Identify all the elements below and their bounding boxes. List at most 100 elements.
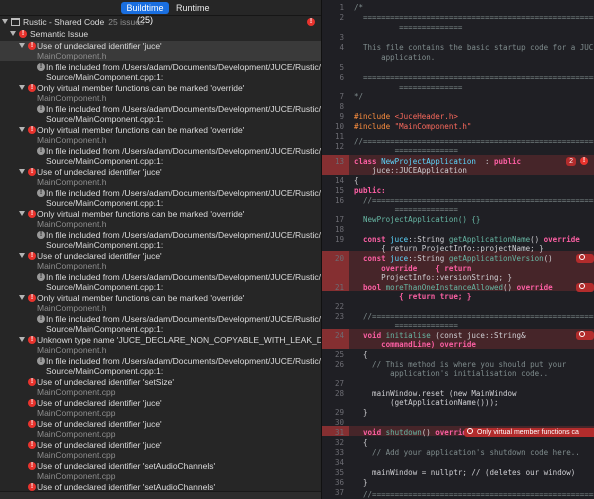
code-line: void shutdown() override [354, 428, 471, 438]
issue-file: MainComponent.h [37, 51, 107, 61]
line-number: 3 [339, 33, 344, 42]
disclosure-triangle-icon[interactable] [2, 19, 8, 24]
disclosure-triangle-icon[interactable] [19, 169, 25, 174]
code-line: ========================================… [363, 73, 594, 82]
disclosure-triangle-icon[interactable] [19, 85, 25, 90]
filter-bar [0, 491, 321, 499]
issue-message: Use of undeclared identifier 'setSize' [37, 377, 174, 387]
disclosure-triangle-icon[interactable] [19, 253, 25, 258]
issue-row[interactable]: Use of undeclared identifier 'juce'MainC… [0, 41, 321, 61]
issue-message: Unknown type name 'JUCE_DECLARE_NON_COPY… [37, 335, 321, 345]
code-line: application's initialisation code.. [354, 369, 549, 378]
issue-navigator: Buildtime (25) Runtime Rustic - Shared C… [0, 0, 321, 499]
disclosure-triangle-icon[interactable] [19, 127, 25, 132]
issue-row[interactable]: Unknown type name 'JUCE_DECLARE_NON_COPY… [0, 335, 321, 355]
code-token: () [530, 235, 544, 244]
issue-note-row[interactable]: In file included from /Users/adam/Docume… [0, 356, 321, 376]
code-line: //======================================… [363, 490, 594, 499]
line-number: 13 [334, 157, 344, 166]
code-line: /* [354, 3, 364, 12]
code-line: application. [354, 53, 436, 62]
issue-file: Source/MainComponent.cpp:1: [46, 366, 164, 376]
issue-row[interactable]: Only virtual member functions can be mar… [0, 83, 321, 103]
issue-note-row[interactable]: In file included from /Users/adam/Docume… [0, 146, 321, 166]
inline-error-message[interactable]: Only virtual member functions ca [464, 428, 594, 437]
issue-note-row[interactable]: In file included from /Users/adam/Docume… [0, 62, 321, 82]
code-editor[interactable]: 1 2 3 4 5 6 7 8 9 10 11 12 13 14 15 16 1… [322, 0, 594, 499]
issue-file: Source/MainComponent.cpp:1: [46, 72, 164, 82]
disclosure-triangle-icon[interactable] [19, 295, 25, 300]
disclosure-triangle-icon[interactable] [10, 31, 16, 36]
line-number: 15 [334, 186, 344, 195]
project-row[interactable]: Rustic - Shared Code 25 issues [0, 17, 321, 28]
issue-file: Source/MainComponent.cpp:1: [46, 240, 164, 250]
issue-note-row[interactable]: In file included from /Users/adam/Docume… [0, 230, 321, 250]
disclosure-triangle-icon[interactable] [19, 211, 25, 216]
code-line: ============== [354, 83, 463, 92]
line-number: 14 [334, 176, 344, 185]
line-number: 4 [339, 43, 344, 52]
code-token: ::String [408, 235, 449, 244]
issue-row[interactable]: Only virtual member functions can be mar… [0, 125, 321, 145]
disclosure-triangle-icon[interactable] [19, 43, 25, 48]
issue-note-row[interactable]: In file included from /Users/adam/Docume… [0, 314, 321, 334]
issue-row[interactable]: Use of undeclared identifier 'juce'MainC… [0, 419, 321, 439]
issue-note-row[interactable]: In file included from /Users/adam/Docume… [0, 272, 321, 292]
code-line: { [354, 438, 368, 447]
code-token: bool [354, 283, 386, 292]
tab-buildtime[interactable]: Buildtime (25) [121, 2, 169, 25]
error-badge[interactable] [576, 283, 594, 292]
issue-row[interactable]: Use of undeclared identifier 'setAudioCh… [0, 461, 321, 481]
issue-row[interactable]: Use of undeclared identifier 'juce'MainC… [0, 398, 321, 418]
issue-message: Only virtual member functions can be mar… [37, 209, 245, 219]
code-token: NewProjectApplication [381, 157, 476, 166]
issue-row[interactable]: Use of undeclared identifier 'juce'MainC… [0, 251, 321, 271]
code-token: juce [390, 235, 409, 244]
line-number: 17 [334, 215, 344, 224]
line-number: 34 [334, 458, 344, 467]
issue-file: Source/MainComponent.cpp:1: [46, 156, 164, 166]
issue-file: MainComponent.h [37, 219, 107, 229]
line-number: 9 [339, 112, 344, 121]
line-number: 33 [334, 448, 344, 457]
issue-message: In file included from /Users/adam/Docume… [46, 230, 321, 240]
group-row[interactable]: Semantic Issue [0, 29, 321, 40]
code-token: : [475, 157, 494, 166]
code-token: "MainComponent.h" [394, 122, 472, 131]
code-token: void [354, 331, 386, 340]
disclosure-triangle-icon[interactable] [19, 337, 25, 342]
line-number: 6 [339, 73, 344, 82]
line-number: 29 [334, 408, 344, 417]
issue-message: In file included from /Users/adam/Docume… [46, 62, 321, 72]
group-label: Semantic Issue [30, 29, 89, 39]
tab-runtime[interactable]: Runtime [171, 2, 215, 14]
error-icon [28, 41, 36, 51]
issue-note-row[interactable]: In file included from /Users/adam/Docume… [0, 104, 321, 124]
code-line: This file contains the basic startup cod… [354, 43, 594, 52]
issue-row[interactable]: Only virtual member functions can be mar… [0, 293, 321, 313]
issue-row[interactable]: Use of undeclared identifier 'juce'MainC… [0, 167, 321, 187]
error-badge[interactable] [576, 331, 594, 340]
error-icon [579, 254, 585, 260]
issue-note-row[interactable]: In file included from /Users/adam/Docume… [0, 188, 321, 208]
code-line: } [354, 478, 368, 487]
error-icon [28, 398, 36, 408]
note-icon [37, 272, 45, 282]
line-number: 18 [334, 225, 344, 234]
error-icon[interactable] [580, 156, 588, 166]
code-token: const [354, 235, 391, 244]
line-number: 10 [334, 122, 344, 131]
error-icon [28, 482, 36, 492]
issue-row[interactable]: Use of undeclared identifier 'setSize'Ma… [0, 377, 321, 397]
note-icon [37, 62, 45, 72]
issue-message: Use of undeclared identifier 'juce' [37, 419, 162, 429]
line-number: 37 [334, 488, 344, 497]
code-token: void [354, 428, 386, 437]
error-badge[interactable] [576, 254, 594, 263]
code-token: juce [390, 254, 409, 263]
issue-row[interactable]: Only virtual member functions can be mar… [0, 209, 321, 229]
error-count-badge[interactable]: 2 [566, 157, 576, 166]
issue-message: Use of undeclared identifier 'juce' [37, 440, 162, 450]
code-token: initialise [385, 331, 431, 340]
issue-row[interactable]: Use of undeclared identifier 'juce'MainC… [0, 440, 321, 460]
